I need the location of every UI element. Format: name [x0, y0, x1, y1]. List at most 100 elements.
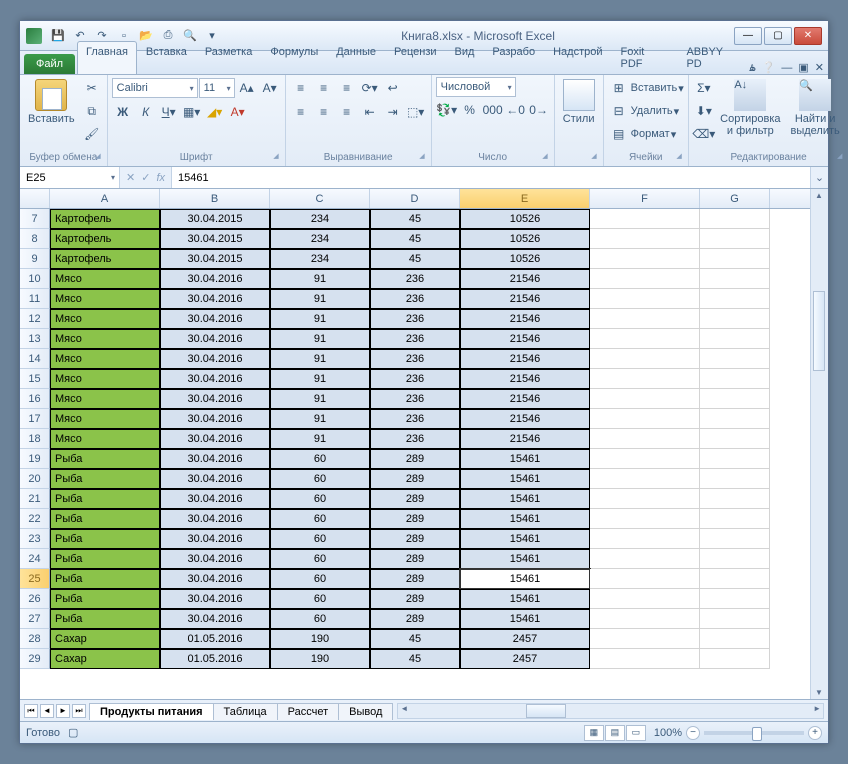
vertical-scrollbar[interactable] [810, 189, 828, 699]
cells-insert-button[interactable]: ⊞Вставить▾ [608, 77, 684, 99]
cell-A28[interactable]: Сахар [50, 629, 160, 649]
sheet-tab-3[interactable]: Вывод [338, 703, 393, 720]
cell-G19[interactable] [700, 449, 770, 469]
ribbon-tab-2[interactable]: Разметка [196, 41, 262, 74]
row-header-28[interactable]: 28 [20, 629, 50, 649]
page-layout-view-icon[interactable]: ▤ [605, 725, 625, 741]
cell-B25[interactable]: 30.04.2016 [160, 569, 270, 589]
row-header-10[interactable]: 10 [20, 269, 50, 289]
cell-E21[interactable]: 15461 [460, 489, 590, 509]
cell-D22[interactable]: 289 [370, 509, 460, 529]
cell-D8[interactable]: 45 [370, 229, 460, 249]
row-header-20[interactable]: 20 [20, 469, 50, 489]
italic-icon[interactable]: К [135, 101, 157, 123]
copy-icon[interactable]: ⧉ [81, 100, 103, 122]
row-header-12[interactable]: 12 [20, 309, 50, 329]
sheet-tab-2[interactable]: Рассчет [277, 703, 340, 720]
cell-D7[interactable]: 45 [370, 209, 460, 229]
align-middle-icon[interactable]: ≡ [313, 77, 335, 99]
fill-color-icon[interactable]: ◢▾ [204, 101, 226, 123]
align-left-icon[interactable]: ≡ [290, 101, 312, 123]
hscroll-thumb[interactable] [526, 704, 566, 718]
cell-B23[interactable]: 30.04.2016 [160, 529, 270, 549]
cell-E27[interactable]: 15461 [460, 609, 590, 629]
cell-E20[interactable]: 15461 [460, 469, 590, 489]
ribbon-tab-0[interactable]: Главная [77, 41, 137, 74]
format-painter-icon[interactable]: 🖌 [81, 123, 103, 145]
row-header-23[interactable]: 23 [20, 529, 50, 549]
horizontal-scrollbar[interactable] [397, 703, 824, 719]
cell-A19[interactable]: Рыба [50, 449, 160, 469]
cell-E13[interactable]: 21546 [460, 329, 590, 349]
ribbon-tab-5[interactable]: Рецензи [385, 41, 446, 74]
cell-A18[interactable]: Мясо [50, 429, 160, 449]
font-size-combo[interactable]: 11 [199, 78, 235, 98]
row-header-13[interactable]: 13 [20, 329, 50, 349]
percent-icon[interactable]: % [459, 99, 481, 121]
cell-A13[interactable]: Мясо [50, 329, 160, 349]
cell-B9[interactable]: 30.04.2015 [160, 249, 270, 269]
align-top-icon[interactable]: ≡ [290, 77, 312, 99]
increase-font-icon[interactable]: A▴ [236, 77, 258, 99]
cell-F21[interactable] [590, 489, 700, 509]
cell-F23[interactable] [590, 529, 700, 549]
cell-B26[interactable]: 30.04.2016 [160, 589, 270, 609]
cell-F15[interactable] [590, 369, 700, 389]
cell-G8[interactable] [700, 229, 770, 249]
cell-C17[interactable]: 91 [270, 409, 370, 429]
cells-delete-button[interactable]: ⊟Удалить▾ [608, 100, 680, 122]
cell-C8[interactable]: 234 [270, 229, 370, 249]
name-box[interactable]: E25 [20, 167, 120, 188]
cell-D17[interactable]: 236 [370, 409, 460, 429]
row-header-17[interactable]: 17 [20, 409, 50, 429]
align-bottom-icon[interactable]: ≡ [336, 77, 358, 99]
cell-A10[interactable]: Мясо [50, 269, 160, 289]
cell-D20[interactable]: 289 [370, 469, 460, 489]
row-header-16[interactable]: 16 [20, 389, 50, 409]
cell-F14[interactable] [590, 349, 700, 369]
col-header-C[interactable]: C [270, 189, 370, 208]
cell-D13[interactable]: 236 [370, 329, 460, 349]
fx-icon[interactable]: fx [156, 172, 165, 184]
cell-D27[interactable]: 289 [370, 609, 460, 629]
cell-C13[interactable]: 91 [270, 329, 370, 349]
cell-F13[interactable] [590, 329, 700, 349]
cell-B27[interactable]: 30.04.2016 [160, 609, 270, 629]
styles-button[interactable]: Стили [559, 77, 599, 127]
cells-format-button[interactable]: ▤Формат▾ [608, 123, 677, 145]
cell-E8[interactable]: 10526 [460, 229, 590, 249]
mdi-close-icon[interactable]: ✕ [815, 61, 824, 74]
cell-F29[interactable] [590, 649, 700, 669]
row-header-19[interactable]: 19 [20, 449, 50, 469]
cell-G26[interactable] [700, 589, 770, 609]
normal-view-icon[interactable]: ▦ [584, 725, 604, 741]
cell-C10[interactable]: 91 [270, 269, 370, 289]
vscroll-thumb[interactable] [813, 291, 825, 371]
cell-C24[interactable]: 60 [270, 549, 370, 569]
cell-E26[interactable]: 15461 [460, 589, 590, 609]
cell-E14[interactable]: 21546 [460, 349, 590, 369]
cell-A14[interactable]: Мясо [50, 349, 160, 369]
paste-button[interactable]: Вставить [24, 77, 79, 127]
cell-A17[interactable]: Мясо [50, 409, 160, 429]
cell-A11[interactable]: Мясо [50, 289, 160, 309]
cell-A9[interactable]: Картофель [50, 249, 160, 269]
accounting-icon[interactable]: 💱▾ [436, 99, 458, 121]
cell-F25[interactable] [590, 569, 700, 589]
cell-F11[interactable] [590, 289, 700, 309]
cell-F19[interactable] [590, 449, 700, 469]
cell-B10[interactable]: 30.04.2016 [160, 269, 270, 289]
cell-E19[interactable]: 15461 [460, 449, 590, 469]
cell-B24[interactable]: 30.04.2016 [160, 549, 270, 569]
save-icon[interactable]: 💾 [48, 26, 68, 46]
align-right-icon[interactable]: ≡ [336, 101, 358, 123]
zoom-slider[interactable] [704, 731, 804, 735]
cell-B13[interactable]: 30.04.2016 [160, 329, 270, 349]
cell-B12[interactable]: 30.04.2016 [160, 309, 270, 329]
sheet-last-icon[interactable]: ⏭ [72, 704, 86, 718]
cell-E28[interactable]: 2457 [460, 629, 590, 649]
help-icon[interactable]: ❔ [762, 61, 776, 74]
cell-F17[interactable] [590, 409, 700, 429]
ribbon-tab-9[interactable]: Foxit PDF [612, 41, 678, 74]
cell-A24[interactable]: Рыба [50, 549, 160, 569]
